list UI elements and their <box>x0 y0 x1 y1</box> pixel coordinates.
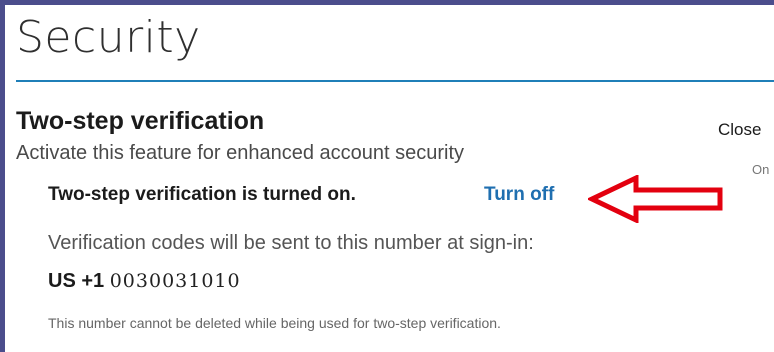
on-status-label: On <box>752 162 770 177</box>
phone-country-code: US +1 <box>48 270 105 292</box>
two-step-description: Activate this feature for enhanced accou… <box>16 142 465 164</box>
phone-note: This number cannot be deleted while bein… <box>48 315 501 331</box>
phone-number: 0030031010 <box>109 270 241 292</box>
two-step-heading: Two-step verification <box>16 107 265 135</box>
two-step-status: Two-step verification is turned on. <box>48 184 356 205</box>
phone-number-line: US +1 0030031010 <box>48 270 241 293</box>
close-button[interactable]: Close <box>718 120 761 140</box>
page-title: Security <box>16 12 201 63</box>
turn-off-link[interactable]: Turn off <box>484 184 554 206</box>
red-arrow-icon <box>588 175 723 223</box>
title-divider <box>16 80 774 82</box>
verification-codes-text: Verification codes will be sent to this … <box>48 232 534 254</box>
